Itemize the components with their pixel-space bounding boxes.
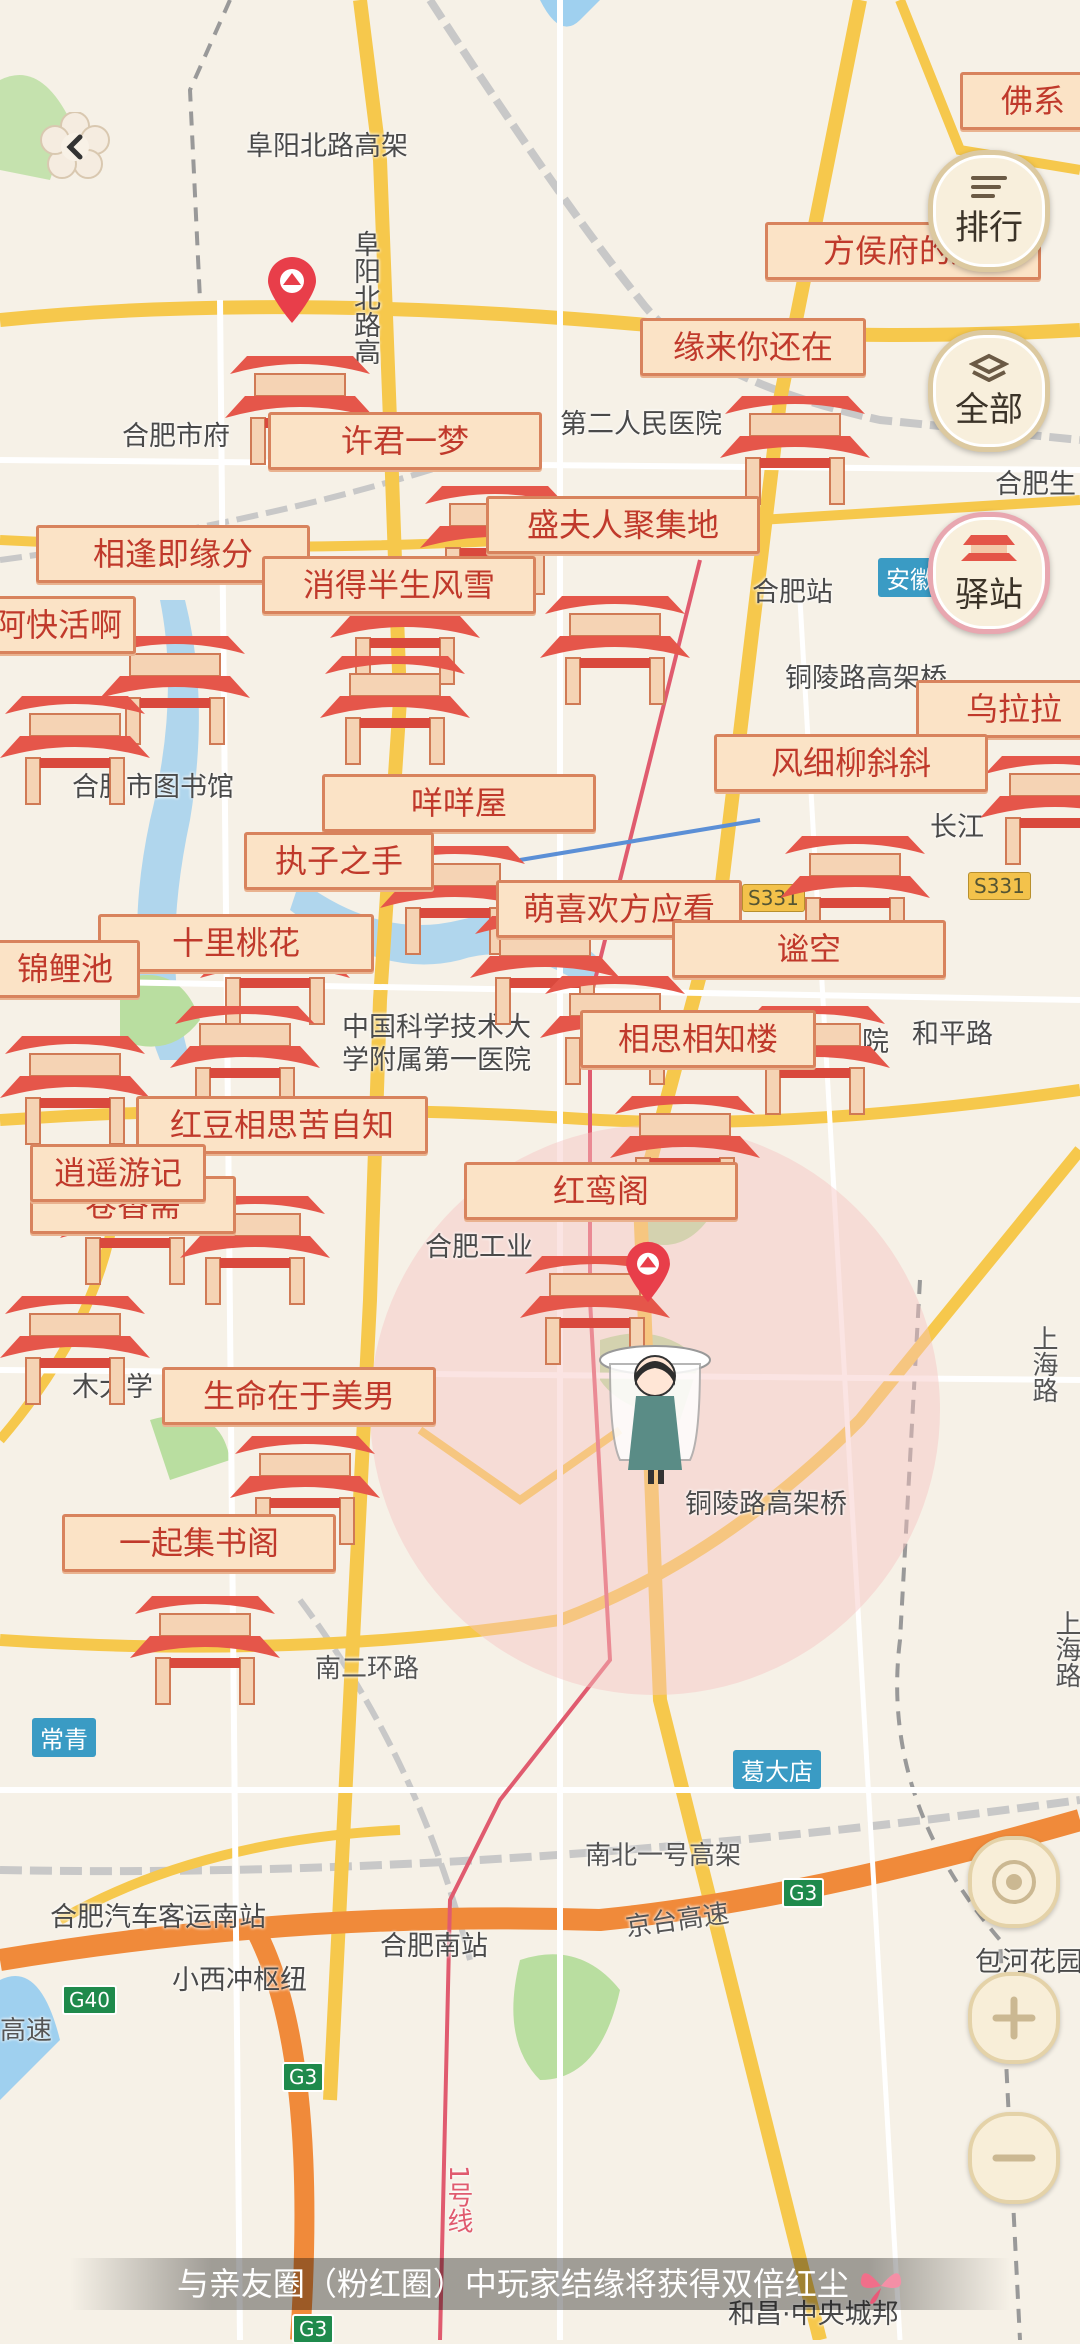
place-south-ring-road: 南二环路 xyxy=(315,1654,420,1684)
rank-button[interactable]: 排行 xyxy=(928,150,1050,272)
pavilion-icon[interactable] xyxy=(0,1020,150,1150)
place-shanghai-road: 上海路 xyxy=(1028,1325,1058,1403)
pavilion-icon[interactable] xyxy=(130,1580,280,1710)
place-hefei-south-station: 合肥南站 xyxy=(380,1931,488,1962)
place-second-hospital: 第二人民医院 xyxy=(560,409,722,440)
locate-button[interactable] xyxy=(968,1836,1060,1928)
list-icon xyxy=(971,175,1007,198)
pavilion-icon[interactable] xyxy=(720,380,870,510)
highway-badge-g3: G3 xyxy=(282,2062,325,2092)
pavilion-icon[interactable] xyxy=(980,740,1080,870)
station-button[interactable]: 驿站 xyxy=(928,512,1050,634)
plus-icon xyxy=(992,1996,1036,2040)
rank-button-label: 排行 xyxy=(955,207,1023,248)
place-metro-line-1: 1号线 xyxy=(443,2165,473,2234)
station-banner[interactable]: 乌拉拉 xyxy=(916,680,1080,738)
place-ustc-hospital-2: 学附属第一医院 xyxy=(342,1045,531,1076)
station-banner[interactable]: 红鸾阁 xyxy=(464,1162,738,1220)
back-button[interactable] xyxy=(40,111,110,182)
station-banner[interactable]: 相思相知楼 xyxy=(580,1010,816,1068)
place-hefei-station: 合肥站 xyxy=(752,577,833,608)
station-banner[interactable]: 锦鲤池 xyxy=(0,940,140,998)
all-button-label: 全部 xyxy=(955,389,1023,430)
flower-back-icon xyxy=(40,111,110,179)
pavilion-icon xyxy=(961,534,1017,561)
station-banner[interactable]: 佛系 xyxy=(960,72,1080,130)
pavilion-icon[interactable] xyxy=(320,640,470,770)
station-banner[interactable]: 阿快活啊 xyxy=(0,596,136,654)
place-gaosu: 高速 xyxy=(0,2016,53,2046)
station-banner[interactable]: 咩咩屋 xyxy=(322,774,596,832)
notice-text: 与亲友圈（粉红圈）中玩家结缘将获得双倍红尘 xyxy=(176,2265,849,2303)
notice-banner: 与亲友圈（粉红圈）中玩家结缘将获得双倍红尘 xyxy=(70,2258,1010,2310)
player-avatar[interactable] xyxy=(590,1330,720,1490)
zoom-in-button[interactable] xyxy=(968,1972,1060,2064)
place-heping-road: 和平路 xyxy=(912,1019,993,1050)
station-banner[interactable]: 一起集书阁 xyxy=(62,1514,336,1572)
highway-badge-s331: S331 xyxy=(968,872,1031,900)
pavilion-icon[interactable] xyxy=(0,1280,150,1410)
place-hefei-eco: 合肥生 xyxy=(995,469,1076,500)
location-pin-icon[interactable] xyxy=(622,1240,674,1304)
all-button[interactable]: 全部 xyxy=(928,330,1050,452)
highway-badge-g3-east: G3 xyxy=(782,1878,825,1908)
station-banner[interactable]: 盛夫人聚集地 xyxy=(486,496,760,554)
station-banner[interactable]: 消得半生风雪 xyxy=(262,556,536,614)
place-nanbei-elevated: 南北一号高架 xyxy=(585,1841,742,1871)
layers-icon xyxy=(969,353,1009,382)
station-banner[interactable]: 生命在于美男 xyxy=(162,1367,436,1425)
locate-icon xyxy=(992,1860,1036,1904)
pavilion-icon[interactable] xyxy=(0,680,150,810)
minus-icon xyxy=(992,2154,1036,2162)
butterfly-icon xyxy=(860,2273,902,2304)
place-hefei-city-gov: 合肥市府 xyxy=(122,421,230,452)
station-banner[interactable]: 谧空 xyxy=(672,920,946,978)
station-button-label: 驿站 xyxy=(955,574,1023,615)
highway-badge-g40: G40 xyxy=(62,1985,117,2015)
place-fuyang-north-elevated: 阜阳北路高架 xyxy=(246,131,408,162)
zoom-out-button[interactable] xyxy=(968,2112,1060,2204)
station-banner[interactable]: 缘来你还在 xyxy=(640,318,866,376)
place-hefei-industry: 合肥工业 xyxy=(425,1232,533,1263)
place-shanghai-road-2: 上海路 xyxy=(1051,1610,1080,1688)
place-changjiang: 长江 xyxy=(930,812,984,843)
place-bus-station: 合肥汽车客运南站 xyxy=(50,1902,266,1933)
station-banner[interactable]: 许君一梦 xyxy=(268,412,542,470)
station-banner[interactable]: 风细柳斜斜 xyxy=(714,734,988,792)
place-gedadian: 葛大店 xyxy=(733,1750,821,1789)
location-pin-icon[interactable] xyxy=(264,255,320,325)
place-changqing: 常青 xyxy=(32,1718,96,1757)
pavilion-icon[interactable] xyxy=(540,580,690,710)
place-xiaoxichong: 小西冲枢纽 xyxy=(172,1965,307,1996)
station-banner[interactable]: 逍遥游记 xyxy=(30,1144,206,1202)
station-banner[interactable]: 执子之手 xyxy=(244,832,434,890)
